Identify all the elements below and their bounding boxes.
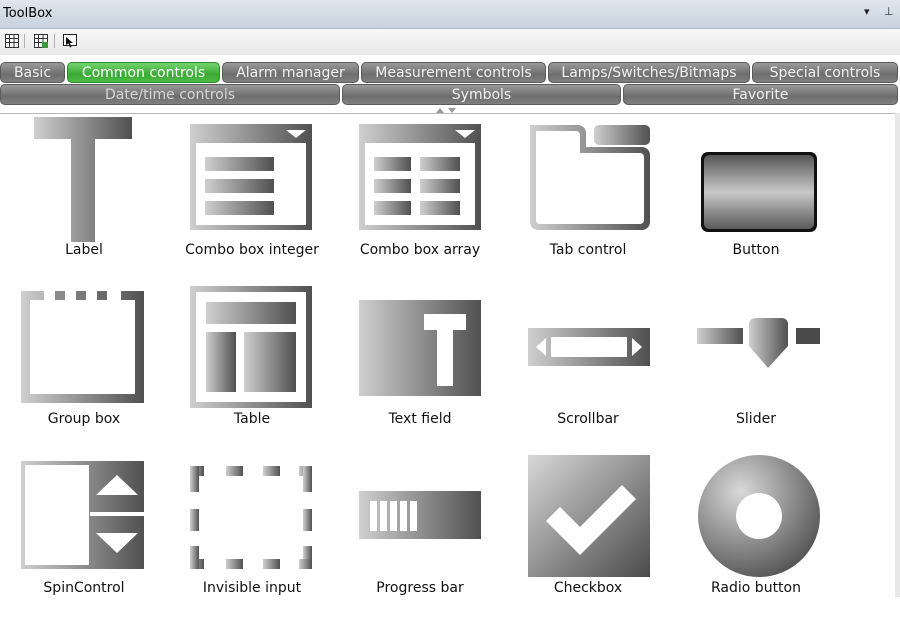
- toolbox-item-progress-bar[interactable]: Progress bar: [336, 455, 504, 623]
- item-label: Group box: [47, 411, 121, 427]
- item-label: Checkbox: [553, 580, 623, 596]
- toolbar-separator: [54, 34, 55, 48]
- spin-control-icon: [14, 455, 154, 580]
- toolbox-item-spincontrol[interactable]: SpinControl: [0, 455, 168, 623]
- slider-icon: [686, 286, 826, 411]
- toolbox-item-label[interactable]: Label: [0, 117, 168, 285]
- toolbox-item-scrollbar[interactable]: Scrollbar: [504, 286, 672, 454]
- toolbox-content: Label Combo box integer Combo box array …: [0, 113, 895, 598]
- tab-alarm-manager[interactable]: Alarm manager: [222, 62, 359, 83]
- item-label: Table: [233, 411, 271, 427]
- dropdown-icon[interactable]: ▾: [864, 5, 870, 18]
- toolbox-item-invisible-input[interactable]: Invisible input: [168, 455, 336, 623]
- toolbox-item-slider[interactable]: Slider: [672, 286, 840, 454]
- toolbox-item-button[interactable]: Button: [672, 117, 840, 285]
- item-label: Tab control: [549, 242, 627, 258]
- tab-measurement-controls[interactable]: Measurement controls: [361, 62, 546, 83]
- toolbox-item-radio-button[interactable]: Radio button: [672, 455, 840, 623]
- combo-box-array-icon: [350, 117, 490, 242]
- item-label: SpinControl: [43, 580, 125, 596]
- scrollbar-icon: [518, 286, 658, 411]
- label-icon: [14, 117, 154, 242]
- item-label: Combo box array: [359, 242, 481, 258]
- item-label: Button: [732, 242, 780, 258]
- text-field-icon: [350, 286, 490, 411]
- toolbox-item-tab-control[interactable]: Tab control: [504, 117, 672, 285]
- toolbar: [0, 29, 900, 55]
- toolbox-item-table[interactable]: Table: [168, 286, 336, 454]
- tab-date-time-controls[interactable]: Date/time controls: [0, 84, 340, 105]
- toolbox-title-bar: ToolBox ▾ ⊥: [0, 0, 900, 29]
- item-label: Slider: [736, 411, 776, 427]
- progress-bar-icon: [350, 455, 490, 580]
- item-label: Invisible input: [202, 580, 302, 596]
- toolbar-separator: [24, 34, 25, 48]
- checkbox-icon: [518, 455, 658, 580]
- window-title: ToolBox: [3, 6, 53, 21]
- item-label: Label: [65, 242, 103, 258]
- grid-icon[interactable]: [4, 33, 20, 49]
- item-label: Scrollbar: [557, 411, 619, 427]
- item-label: Radio button: [711, 580, 801, 596]
- toolbox-item-checkbox[interactable]: Checkbox: [504, 455, 672, 623]
- button-icon: [686, 117, 826, 242]
- content-scrollbar[interactable]: [895, 113, 900, 597]
- toolbox-item-combo-box-integer[interactable]: Combo box integer: [168, 117, 336, 285]
- tab-common-controls[interactable]: Common controls: [67, 62, 220, 83]
- grid-add-icon[interactable]: [33, 33, 49, 49]
- pin-icon[interactable]: ⊥: [884, 5, 894, 18]
- tab-favorite[interactable]: Favorite: [623, 84, 898, 105]
- combo-box-integer-icon: [182, 117, 322, 242]
- toolbox-item-combo-box-array[interactable]: Combo box array: [336, 117, 504, 285]
- tab-strip: Basic Common controls Alarm manager Meas…: [0, 60, 900, 106]
- tab-symbols[interactable]: Symbols: [342, 84, 621, 105]
- zoom-pointer-icon[interactable]: [62, 33, 78, 49]
- item-label: Text field: [388, 411, 452, 427]
- tab-special-controls[interactable]: Special controls: [752, 62, 898, 83]
- toolbox-item-text-field[interactable]: Text field: [336, 286, 504, 454]
- tab-control-icon: [518, 117, 658, 242]
- item-label: Combo box integer: [185, 242, 319, 258]
- tab-lamps-switches-bitmaps[interactable]: Lamps/Switches/Bitmaps: [548, 62, 750, 83]
- radio-button-icon: [686, 455, 826, 580]
- tab-basic[interactable]: Basic: [0, 62, 65, 83]
- invisible-input-icon: [182, 455, 322, 580]
- table-icon: [182, 286, 322, 411]
- item-label: Progress bar: [376, 580, 464, 596]
- group-box-icon: [14, 286, 154, 411]
- toolbox-item-group-box[interactable]: Group box: [0, 286, 168, 454]
